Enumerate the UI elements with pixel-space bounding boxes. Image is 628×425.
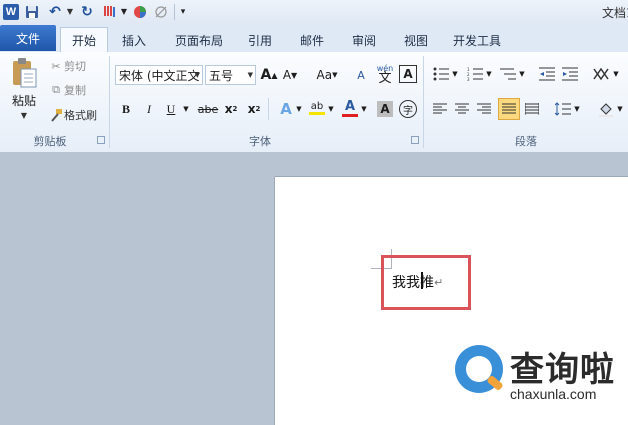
clipboard-group-label: 剪贴板 bbox=[33, 135, 67, 148]
numbering-icon[interactable]: 123 bbox=[465, 64, 485, 84]
undo-dropdown-icon[interactable]: ▼ bbox=[66, 3, 74, 20]
decrease-indent-icon[interactable] bbox=[537, 64, 557, 84]
paste-icon[interactable] bbox=[8, 56, 40, 90]
cut-button[interactable]: 剪切 bbox=[64, 58, 94, 74]
underline-button[interactable]: U bbox=[163, 100, 179, 118]
font-size-value: 五号 bbox=[209, 68, 234, 83]
tab-insert[interactable]: 插入 bbox=[112, 28, 156, 52]
strikethrough-button[interactable]: abe bbox=[197, 100, 219, 118]
italic-button[interactable]: I bbox=[141, 100, 157, 118]
save-icon[interactable] bbox=[25, 3, 39, 20]
shading-dropdown-icon[interactable]: ▼ bbox=[616, 101, 624, 117]
svg-text:3: 3 bbox=[467, 77, 470, 81]
ribbon-tabs: 文件 开始 插入 页面布局 引用 邮件 审阅 视图 开发工具 bbox=[0, 24, 628, 53]
clear-format-button[interactable]: A bbox=[351, 64, 371, 86]
format-painter-brush-icon[interactable] bbox=[48, 107, 64, 123]
highlight-button[interactable]: ab bbox=[307, 97, 327, 119]
tab-mailings[interactable]: 邮件 bbox=[292, 28, 332, 52]
tab-references[interactable]: 引用 bbox=[240, 28, 280, 52]
underline-dropdown-icon[interactable]: ▼ bbox=[181, 100, 191, 118]
font-inner-separator bbox=[268, 98, 269, 120]
tab-home[interactable]: 开始 bbox=[60, 27, 108, 53]
numbering-dropdown-icon[interactable]: ▼ bbox=[485, 66, 493, 82]
chinese-layout-icon[interactable] bbox=[590, 64, 612, 84]
font-size-dropdown-icon[interactable]: ▼ bbox=[248, 71, 253, 79]
line-spacing-icon[interactable] bbox=[553, 99, 573, 119]
chinese-layout-dropdown-icon[interactable]: ▼ bbox=[612, 66, 620, 82]
grow-font-button[interactable]: A ▲ bbox=[260, 65, 278, 85]
no-draw-icon[interactable] bbox=[153, 3, 169, 20]
tab-view[interactable]: 视图 bbox=[396, 28, 436, 52]
enclose-char-button[interactable]: 字 bbox=[399, 100, 417, 118]
increase-indent-icon[interactable] bbox=[560, 64, 580, 84]
font-name-value: 宋体 (中文正文 bbox=[119, 68, 200, 83]
watermark-domain: chaxunla.com bbox=[510, 386, 597, 402]
bullets-icon[interactable] bbox=[431, 64, 451, 84]
bold-button[interactable]: B bbox=[118, 100, 134, 118]
shading-icon[interactable] bbox=[596, 99, 616, 119]
text-effect-button[interactable]: A bbox=[277, 99, 295, 119]
shrink-font-button[interactable]: A ▼ bbox=[281, 65, 299, 85]
color-icon[interactable] bbox=[132, 3, 148, 20]
clipboard-launcher-icon[interactable] bbox=[97, 136, 105, 144]
justify-icon[interactable] bbox=[498, 98, 520, 120]
pinyin-guide-button[interactable]: wén 文 bbox=[374, 62, 396, 86]
watermark-logo-icon bbox=[455, 345, 504, 393]
highlight-dropdown-icon[interactable]: ▼ bbox=[327, 100, 335, 118]
redo-icon[interactable]: ↻ bbox=[80, 3, 94, 20]
annotation-highlight-box bbox=[381, 255, 471, 310]
tab-file[interactable]: 文件 bbox=[0, 25, 56, 51]
multilevel-dropdown-icon[interactable]: ▼ bbox=[518, 66, 526, 82]
word-logo-icon[interactable]: W bbox=[3, 4, 19, 20]
quick-access-separator bbox=[174, 4, 175, 20]
tab-page-layout[interactable]: 页面布局 bbox=[168, 28, 230, 52]
copy-icon[interactable]: ⧉ bbox=[48, 82, 64, 98]
font-group-label: 字体 bbox=[249, 135, 271, 148]
font-name-dropdown-icon[interactable]: ▼ bbox=[195, 71, 200, 79]
char-border-button[interactable]: A bbox=[399, 65, 417, 83]
highlight-color-bar bbox=[309, 112, 325, 115]
tab-review[interactable]: 审阅 bbox=[344, 28, 384, 52]
ribbon-home: 粘贴 ▼ ✂ 剪切 ⧉ 复制 格式刷 剪贴板 宋体 (中文正文 ▼ 五号 ▼ A… bbox=[0, 52, 628, 153]
char-shading-button[interactable]: A bbox=[377, 101, 393, 117]
copy-button[interactable]: 复制 bbox=[64, 82, 94, 98]
align-left-icon[interactable] bbox=[431, 99, 449, 119]
bullets-dropdown-icon[interactable]: ▼ bbox=[451, 66, 459, 82]
tab-developer[interactable]: 开发工具 bbox=[446, 28, 508, 52]
subscript-button[interactable]: x2 bbox=[223, 100, 239, 118]
document-title: 文档1 bbox=[602, 6, 628, 20]
line-spacing-dropdown-icon[interactable]: ▼ bbox=[573, 101, 581, 117]
align-right-icon[interactable] bbox=[475, 99, 493, 119]
paste-dropdown-icon[interactable]: ▼ bbox=[18, 110, 30, 120]
title-bar: W ↶ ▼ ↻ ▼ ▾ 文档1 bbox=[0, 0, 628, 25]
cut-icon[interactable]: ✂ bbox=[48, 58, 64, 74]
font-color-bar bbox=[342, 114, 358, 117]
format-dropdown-icon[interactable]: ▼ bbox=[120, 3, 128, 20]
undo-icon[interactable]: ↶ bbox=[47, 3, 63, 20]
watermark-name: 查询啦 bbox=[510, 350, 615, 390]
font-color-dropdown-icon[interactable]: ▼ bbox=[360, 100, 368, 118]
text-effect-dropdown-icon[interactable]: ▼ bbox=[295, 100, 303, 118]
paste-button[interactable]: 粘贴 bbox=[8, 92, 40, 108]
customize-dropdown-icon[interactable]: ▾ bbox=[178, 3, 188, 20]
format-painter-icon[interactable] bbox=[101, 3, 119, 20]
format-painter-button[interactable]: 格式刷 bbox=[64, 107, 106, 123]
font-color-button[interactable]: A bbox=[341, 97, 359, 119]
multilevel-list-icon[interactable] bbox=[498, 64, 518, 84]
change-case-button[interactable]: Aa ▼ bbox=[313, 65, 341, 85]
distributed-icon[interactable] bbox=[523, 99, 541, 119]
font-size-combo[interactable]: 五号 ▼ bbox=[205, 65, 256, 85]
paragraph-group-label: 段落 bbox=[515, 135, 537, 148]
align-center-icon[interactable] bbox=[453, 99, 471, 119]
font-name-combo[interactable]: 宋体 (中文正文 ▼ bbox=[115, 65, 203, 85]
superscript-button[interactable]: x2 bbox=[246, 100, 262, 118]
font-launcher-icon[interactable] bbox=[411, 136, 419, 144]
